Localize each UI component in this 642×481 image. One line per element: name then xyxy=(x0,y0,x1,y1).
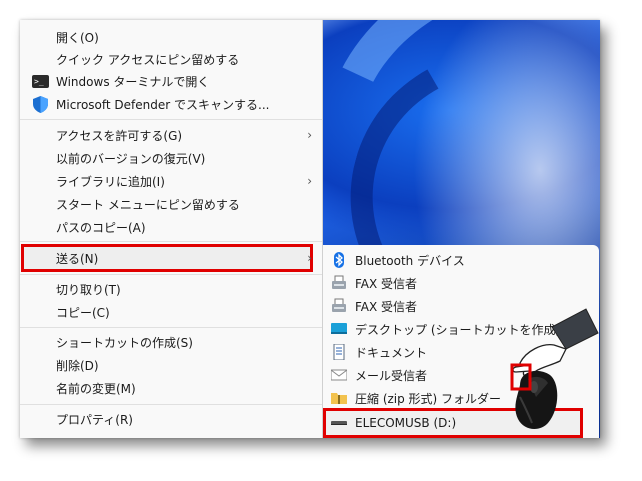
fax-icon xyxy=(332,275,346,289)
desktop-icon xyxy=(331,323,347,334)
menu-separator xyxy=(20,404,322,405)
submenu-item-label: ELECOMUSB (D:) xyxy=(355,416,457,430)
documents-icon xyxy=(333,344,345,360)
menu-item-label: アクセスを許可する(G) xyxy=(56,128,183,143)
menu-item-copy[interactable]: コピー(C) xyxy=(20,301,322,323)
menu-separator xyxy=(20,274,322,275)
menu-item-label: コピー(C) xyxy=(56,305,110,320)
menu-item-send-to[interactable]: 送る(N) › xyxy=(20,247,322,269)
menu-item-cut[interactable]: 切り取り(T) xyxy=(20,278,322,300)
submenu-item-label: FAX 受信者 xyxy=(355,299,418,314)
menu-item-label: 以前のバージョンの復元(V) xyxy=(56,151,206,166)
terminal-icon: >_ xyxy=(32,75,49,88)
menu-item-restore-versions[interactable]: 以前のバージョンの復元(V) xyxy=(20,147,322,169)
submenu-item-label: Bluetooth デバイス xyxy=(355,253,465,268)
menu-separator xyxy=(20,119,322,120)
submenu-item-label: 圧縮 (zip 形式) フォルダー xyxy=(355,391,502,406)
chevron-right-icon: › xyxy=(307,128,312,142)
menu-separator xyxy=(20,327,322,328)
menu-item-label: 切り取り(T) xyxy=(56,282,121,297)
menu-item-include-library[interactable]: ライブラリに追加(I) › xyxy=(20,170,322,192)
submenu-item-label: ドキュメント xyxy=(355,345,428,360)
submenu-item-label: FAX 受信者 xyxy=(355,276,418,291)
usb-drive-icon xyxy=(331,421,347,425)
menu-item-label: Microsoft Defender でスキャンする... xyxy=(56,97,270,112)
menu-item-open-terminal[interactable]: >_ Windows ターミナルで開く xyxy=(20,70,322,92)
menu-item-label: 開く(O) xyxy=(56,30,99,45)
menu-item-delete[interactable]: 削除(D) xyxy=(20,354,322,376)
menu-item-label: Windows ターミナルで開く xyxy=(56,74,210,89)
menu-item-give-access[interactable]: アクセスを許可する(G) › xyxy=(20,124,322,146)
menu-item-label: 名前の変更(M) xyxy=(56,381,136,396)
menu-item-defender-scan[interactable]: Microsoft Defender でスキャンする... xyxy=(20,93,322,115)
zip-folder-icon xyxy=(331,393,347,404)
bluetooth-icon xyxy=(334,252,344,268)
menu-item-properties[interactable]: プロパティ(R) xyxy=(20,408,322,430)
menu-item-copy-path[interactable]: パスのコピー(A) xyxy=(20,216,322,238)
chevron-right-icon: › xyxy=(307,174,312,188)
menu-item-label: ショートカットの作成(S) xyxy=(56,335,193,350)
menu-item-label: プロパティ(R) xyxy=(56,412,133,427)
menu-separator xyxy=(20,241,322,242)
fax-icon xyxy=(332,298,346,312)
context-menu: 開く(O) クイック アクセスにピン留めする >_ Windows ターミナルで… xyxy=(20,20,323,438)
submenu-item-fax[interactable]: FAX 受信者 xyxy=(323,272,599,294)
menu-item-label: クイック アクセスにピン留めする xyxy=(56,52,240,67)
menu-item-pin-start[interactable]: スタート メニューにピン留めする xyxy=(20,193,322,215)
menu-item-label: 削除(D) xyxy=(56,358,99,373)
chevron-right-icon: › xyxy=(307,251,312,265)
menu-item-label: スタート メニューにピン留めする xyxy=(56,197,240,212)
submenu-item-bluetooth[interactable]: Bluetooth デバイス xyxy=(323,249,599,271)
mail-icon xyxy=(331,369,347,381)
submenu-item-label: メール受信者 xyxy=(355,368,428,383)
menu-item-label: ライブラリに追加(I) xyxy=(56,174,165,189)
menu-item-create-shortcut[interactable]: ショートカットの作成(S) xyxy=(20,331,322,353)
menu-item-rename[interactable]: 名前の変更(M) xyxy=(20,377,322,399)
menu-item-pin-quick-access[interactable]: クイック アクセスにピン留めする xyxy=(20,48,322,70)
hand-mouse-illustration xyxy=(510,308,599,429)
menu-item-label: パスのコピー(A) xyxy=(56,220,146,235)
defender-shield-icon xyxy=(33,96,48,113)
menu-item-open[interactable]: 開く(O) xyxy=(20,26,322,48)
menu-item-label: 送る(N) xyxy=(56,251,99,266)
